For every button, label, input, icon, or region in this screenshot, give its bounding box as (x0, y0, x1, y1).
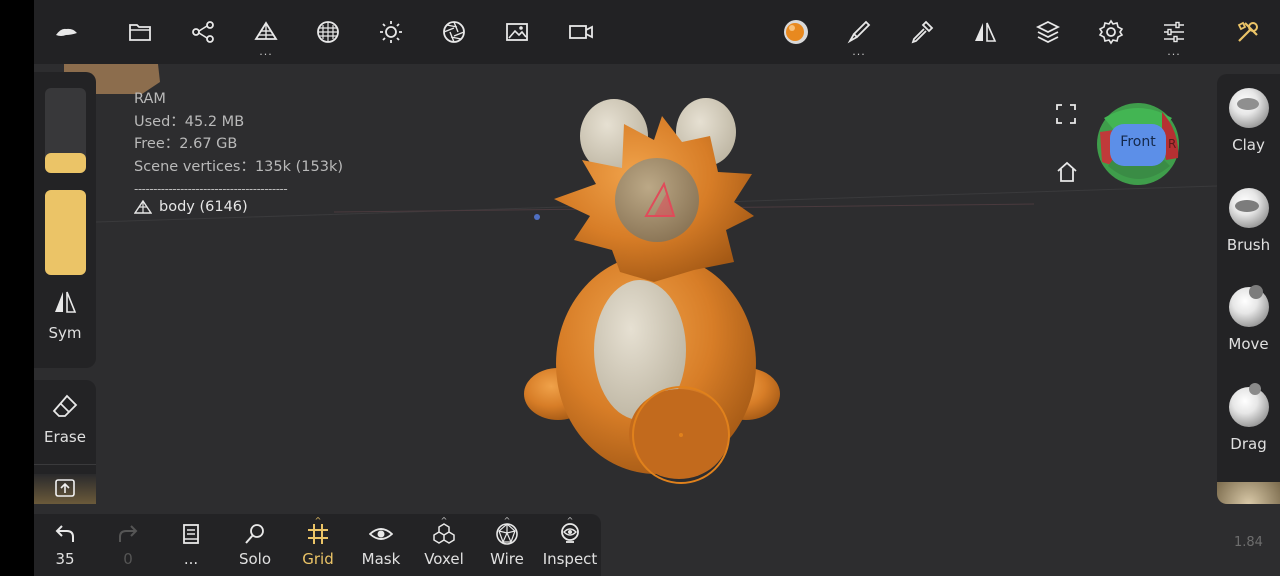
paint-brush-icon[interactable]: ... (839, 12, 879, 57)
bottom-toolbar: 35 0 ... Solo ^ Grid Mask ^ Voxel ^ Wire… (34, 514, 601, 576)
solo-button[interactable]: Solo (225, 520, 285, 568)
mesh-label: body (6146) (159, 199, 248, 215)
symmetry-icon (55, 291, 77, 313)
material-sphere-icon[interactable] (308, 12, 348, 52)
info-divider: ---------------------------------------- (134, 182, 288, 196)
inspect-icon (561, 523, 579, 543)
scene-graph-icon[interactable] (183, 12, 223, 52)
inspect-label: Inspect (542, 550, 598, 568)
voxel-icon (433, 523, 455, 544)
history-more: ... (183, 550, 199, 568)
tool-clay[interactable]: Clay (1217, 88, 1280, 154)
tools-icon[interactable] (1228, 12, 1268, 52)
grid-button[interactable]: ^ Grid (288, 517, 348, 569)
wire-label: Wire (490, 550, 524, 568)
inspect-button[interactable]: ^ Inspect (540, 517, 600, 569)
mesh-entry[interactable]: body (6146) (134, 199, 248, 215)
version-label: 1.84 (1234, 535, 1263, 550)
next-tool-preview[interactable] (1217, 482, 1280, 504)
tool-brush[interactable]: Brush (1217, 188, 1280, 254)
mask-button[interactable]: Mask (351, 520, 411, 568)
undo-button[interactable]: 35 (35, 520, 95, 568)
tool-label: Drag (1230, 435, 1267, 453)
left-action-panel: Erase (34, 380, 96, 504)
tool-move[interactable]: Move (1217, 285, 1280, 353)
app-logo-icon[interactable] (46, 12, 86, 52)
app-window: ... ... ... RAM Used：45.2 MB Free：2.67 G… (0, 0, 1280, 576)
ram-free: Free：2.67 GB (134, 136, 238, 152)
camera-aperture-icon[interactable] (434, 12, 474, 52)
redo-count: 0 (123, 550, 133, 568)
home-view-icon[interactable] (1056, 161, 1078, 183)
mesh-icon (134, 200, 152, 214)
top-toolbar: ... ... ... (34, 0, 1280, 64)
sym-toggle[interactable]: Sym (34, 290, 96, 342)
mask-label: Mask (361, 550, 401, 568)
wire-button[interactable]: ^ Wire (477, 517, 537, 569)
layers-icon[interactable] (1028, 12, 1068, 52)
settings-icon[interactable] (1091, 12, 1131, 52)
screen-edge (0, 0, 34, 576)
picker-icon[interactable] (902, 12, 942, 52)
history-button[interactable]: ... (161, 520, 221, 568)
voxel-button[interactable]: ^ Voxel (414, 517, 474, 569)
wireframe-icon (496, 523, 518, 545)
grid-label: Grid (302, 550, 334, 568)
undo-count: 35 (55, 550, 75, 568)
pivot-bubble (615, 158, 699, 242)
left-brush-panel: Sym (34, 72, 96, 368)
tool-label: Brush (1226, 236, 1271, 254)
intensity-slider[interactable] (45, 190, 86, 275)
folder-icon[interactable] (120, 12, 160, 52)
notebook-icon (183, 524, 199, 544)
erase-label: Erase (44, 428, 86, 446)
redo-icon (119, 525, 138, 542)
radius-slider[interactable] (45, 88, 86, 173)
ram-used: Used：45.2 MB (134, 113, 245, 130)
image-icon[interactable] (497, 12, 537, 52)
upload-icon (55, 479, 75, 497)
video-icon[interactable] (561, 12, 601, 52)
light-icon[interactable] (371, 12, 411, 52)
sym-label: Sym (48, 324, 82, 342)
fullscreen-icon[interactable] (1055, 103, 1077, 125)
drag-tool-icon (1228, 383, 1269, 427)
orientation-cube[interactable]: R Front (1096, 102, 1180, 186)
export-button[interactable] (34, 474, 96, 504)
gizmo-front-label: Front (1120, 134, 1156, 150)
tool-label: Clay (1232, 136, 1265, 154)
eraser-icon (52, 394, 78, 417)
undo-icon (55, 525, 74, 542)
scene-vertices: Scene vertices：135k (153k) (134, 158, 344, 175)
topology-icon[interactable]: ... (246, 12, 286, 57)
eye-icon (369, 528, 393, 540)
solo-label: Solo (238, 550, 272, 568)
gizmo-right-label: R (1168, 137, 1176, 151)
material-ball[interactable] (776, 12, 816, 52)
grid-icon (308, 524, 328, 544)
voxel-label: Voxel (424, 550, 464, 568)
redo-button[interactable]: 0 (98, 520, 158, 568)
scene-info: RAM Used：45.2 MB Free：2.67 GB Scene vert… (134, 88, 343, 201)
right-tool-panel: Clay Brush Move Drag (1217, 74, 1280, 504)
brush-tool-icon (1228, 188, 1269, 228)
axis-point (534, 214, 540, 220)
move-tool-icon (1228, 285, 1269, 327)
clay-tool-icon (1228, 88, 1269, 128)
search-icon (245, 524, 264, 544)
symmetry-icon[interactable] (965, 12, 1005, 52)
ram-label: RAM (134, 91, 166, 107)
erase-button[interactable]: Erase (34, 394, 96, 446)
tool-drag[interactable]: Drag (1217, 383, 1280, 453)
tool-label: Move (1228, 335, 1269, 353)
sliders-icon[interactable]: ... (1154, 12, 1194, 57)
